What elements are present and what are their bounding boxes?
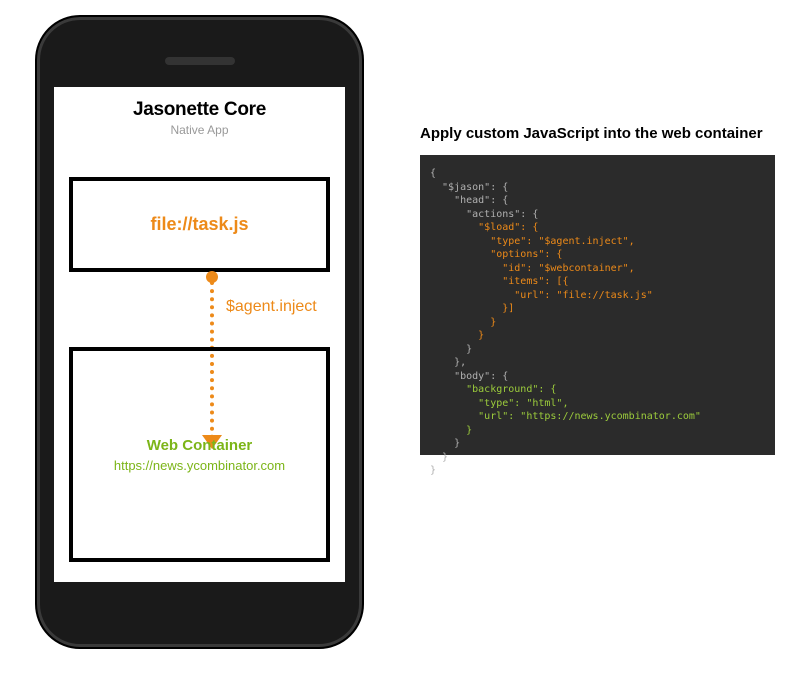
phone-screen: Jasonette Core Native App file://task.js… [54, 87, 345, 582]
web-container-box: Web Container https://news.ycombinator.c… [69, 347, 330, 562]
agent-inject-label: $agent.inject [226, 298, 317, 316]
phone-frame: Jasonette Core Native App file://task.js… [35, 15, 364, 649]
task-js-label: file://task.js [150, 214, 248, 235]
web-container-url: https://news.ycombinator.com [114, 458, 285, 473]
app-subtitle: Native App [54, 123, 345, 137]
app-header: Jasonette Core Native App [54, 87, 345, 157]
diagram-stage: Jasonette Core Native App file://task.js… [0, 0, 800, 676]
task-js-box: file://task.js [69, 177, 330, 272]
app-title: Jasonette Core [54, 99, 345, 121]
phone-speaker [165, 57, 235, 65]
section-title: Apply custom JavaScript into the web con… [420, 125, 763, 142]
code-block: { "$jason": { "head": { "actions": { "$l… [420, 155, 775, 455]
web-container-title: Web Container [147, 437, 253, 454]
